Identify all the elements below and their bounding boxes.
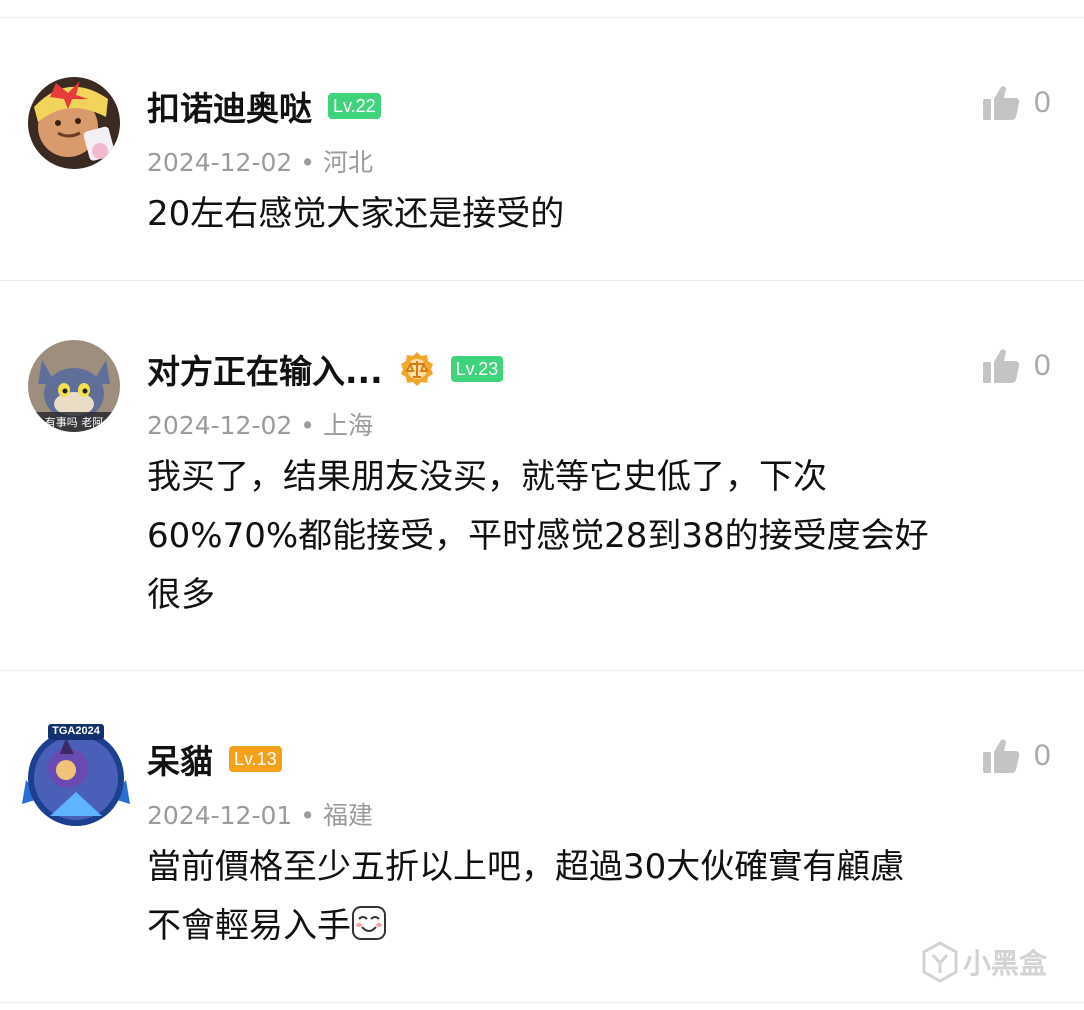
comment-date: 2024-12-02	[147, 148, 293, 177]
level-badge: Lv.22	[328, 93, 381, 119]
watermark: 小黑盒	[921, 941, 1047, 983]
like-button[interactable]: 0	[982, 346, 1051, 386]
smile-blush-emoji-icon	[352, 906, 386, 940]
like-button[interactable]: 0	[982, 83, 1051, 123]
avatar[interactable]	[28, 77, 120, 169]
username[interactable]: 扣诺迪奥哒	[147, 82, 312, 130]
watermark-text: 小黑盒	[963, 947, 1048, 980]
divider	[0, 1002, 1084, 1003]
like-button[interactable]: 0	[982, 736, 1051, 776]
comment-meta: 2024-12-02 • 河北	[147, 143, 373, 179]
scales-medal-icon[interactable]	[399, 351, 435, 387]
comment-location: 上海	[323, 411, 374, 440]
thumbs-up-icon	[983, 349, 1020, 383]
like-count: 0	[1034, 739, 1051, 772]
comment-date: 2024-12-02	[147, 411, 293, 440]
comment-meta: 2024-12-01 • 福建	[147, 796, 373, 832]
comment-text: 20左右感觉大家还是接受的	[147, 185, 1047, 244]
thumbs-up-icon	[983, 86, 1020, 120]
comment-text-line: 20左右感觉大家还是接受的	[147, 194, 565, 234]
avatar-caption: TGA2024	[52, 725, 100, 737]
comment-text-line: 60%70%都能接受，平时感觉28到38的接受度会好	[147, 516, 929, 556]
comment-location: 河北	[323, 148, 374, 177]
comment-date: 2024-12-01	[147, 801, 293, 830]
meta-separator: •	[300, 411, 316, 440]
comment-text-line: 不會輕易入手	[147, 897, 1047, 956]
avatar[interactable]: 有事吗 老阿	[28, 340, 120, 432]
level-badge: Lv.13	[229, 746, 282, 772]
comment-text-line: 當前價格至少五折以上吧，超過30大伙確實有顧慮	[147, 847, 905, 887]
comment-text-line-content: 不會輕易入手	[147, 906, 351, 946]
like-count: 0	[1034, 349, 1051, 382]
heybox-logo-icon	[922, 941, 958, 983]
level-badge: Lv.23	[450, 356, 504, 382]
divider	[0, 670, 1084, 671]
like-count: 0	[1034, 86, 1051, 119]
username[interactable]: 呆貓	[147, 735, 213, 783]
divider	[0, 280, 1084, 281]
comment-location: 福建	[323, 801, 374, 830]
meta-separator: •	[300, 148, 316, 177]
comment-text-line: 我买了，结果朋友没买，就等它史低了，下次	[147, 457, 827, 497]
comment-text-line: 很多	[147, 575, 215, 615]
comment-text: 當前價格至少五折以上吧，超過30大伙確實有顧慮 不會輕易入手	[147, 838, 1047, 956]
username[interactable]: 对方正在输入...	[147, 345, 383, 393]
meta-separator: •	[300, 801, 316, 830]
avatar-image	[28, 77, 120, 169]
divider-top	[0, 17, 1084, 18]
thumbs-up-icon	[983, 739, 1020, 773]
comment-meta: 2024-12-02 • 上海	[147, 406, 373, 442]
avatar[interactable]: TGA2024	[20, 720, 132, 832]
avatar-caption: 有事吗 老阿	[44, 416, 104, 429]
comment-text: 我买了，结果朋友没买，就等它史低了，下次 60%70%都能接受，平时感觉28到3…	[147, 448, 1047, 625]
